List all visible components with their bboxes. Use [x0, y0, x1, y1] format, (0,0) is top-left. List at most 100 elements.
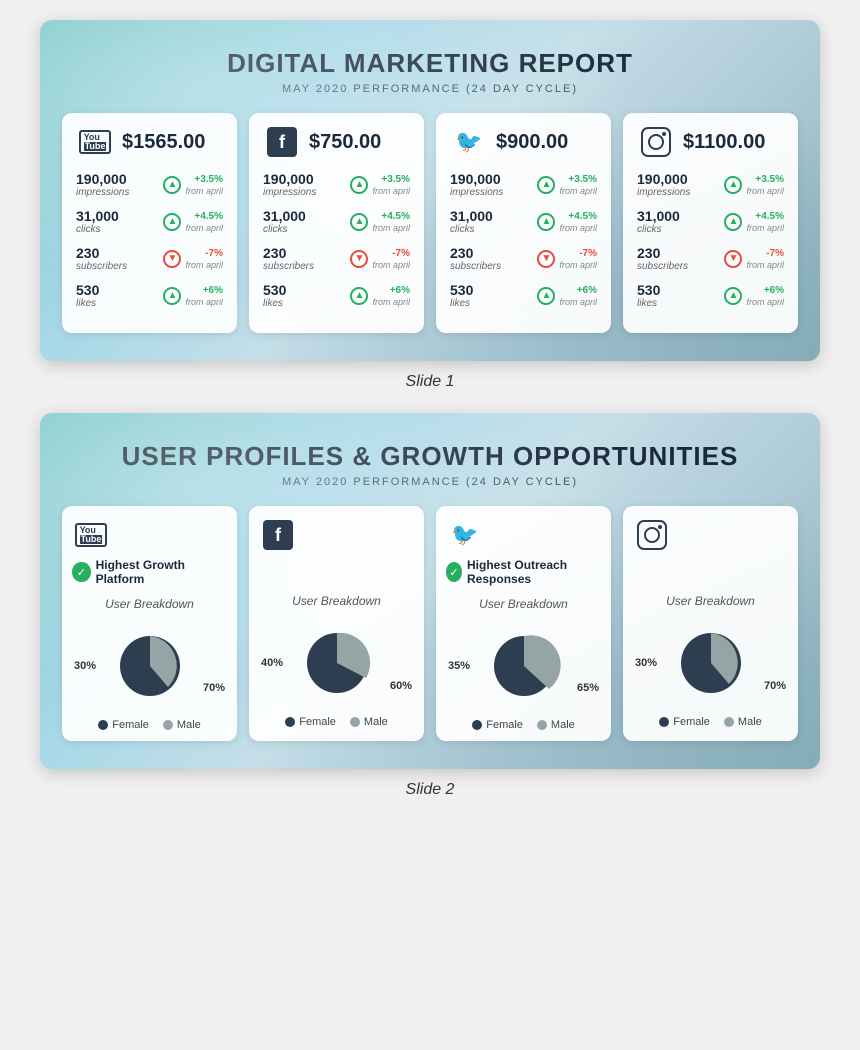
facebook-clicks-value: 31,000 — [263, 208, 306, 224]
youtube-clicks-value: 31,000 — [76, 208, 119, 224]
facebook-clicks-row: 31,000 clicks ▲ +4.5% from april — [263, 208, 410, 235]
youtube-impressions-note: from april — [185, 186, 223, 196]
facebook-subscribers-note: from april — [372, 260, 410, 270]
instagram-impressions-arrow: ▲ — [724, 176, 742, 194]
instagram-pie-label-left: 30% — [635, 657, 657, 669]
youtube-pie-label-right: 70% — [203, 682, 225, 694]
slide-2: USER PROFILES & GROWTH OPPORTUNITIES MAY… — [40, 413, 820, 769]
instagram-subscribers-pct: -7% — [766, 248, 784, 259]
facebook-subscribers-value: 230 — [263, 245, 314, 261]
facebook-impressions-note: from april — [372, 186, 410, 196]
twitter-likes-arrow: ▲ — [537, 287, 555, 305]
facebook-s2-card: f User Breakdown 40% 60% Female — [249, 506, 424, 741]
instagram-icon — [637, 127, 675, 157]
slide-1: DIGITAL MARKETING REPORT MAY 2020 PERFOR… — [40, 20, 820, 361]
facebook-s2-breakdown: User Breakdown — [259, 594, 414, 608]
twitter-female-label: Female — [486, 719, 523, 731]
youtube-icon: You Tube — [76, 127, 114, 157]
youtube-subscribers-pct: -7% — [205, 248, 223, 259]
twitter-badge-text: Highest Outreach Responses — [467, 558, 601, 587]
instagram-impressions-label: impressions — [637, 187, 690, 198]
instagram-male-label: Male — [738, 716, 762, 728]
facebook-likes-note: from april — [372, 297, 410, 307]
facebook-card: f $750.00 190,000 impressions ▲ +3.5% fr… — [249, 113, 424, 333]
youtube-badge-check-icon: ✓ — [72, 562, 91, 582]
facebook-subscribers-pct: -7% — [392, 248, 410, 259]
twitter-clicks-label: clicks — [450, 224, 493, 235]
twitter-impressions-value: 190,000 — [450, 171, 503, 187]
instagram-pie-chart — [671, 623, 751, 703]
twitter-subscribers-label: subscribers — [450, 261, 501, 272]
slide1-title: DIGITAL MARKETING REPORT — [62, 48, 798, 79]
instagram-likes-note: from april — [746, 297, 784, 307]
slide2-subtitle: MAY 2020 PERFORMANCE (24 DAY CYCLE) — [62, 476, 798, 488]
twitter-legend: Female Male — [446, 719, 601, 731]
youtube-impressions-value: 190,000 — [76, 171, 129, 187]
twitter-clicks-pct: +4.5% — [568, 211, 597, 222]
youtube-pie-container: 30% 70% — [72, 621, 227, 711]
twitter-male-dot — [537, 720, 547, 730]
facebook-impressions-pct: +3.5% — [381, 174, 410, 185]
twitter-clicks-note: from april — [559, 223, 597, 233]
youtube-likes-arrow: ▲ — [163, 287, 181, 305]
instagram-likes-pct: +6% — [764, 285, 784, 296]
youtube-card: You Tube $1565.00 190,000 impressions ▲ — [62, 113, 237, 333]
twitter-pie-container: 35% 65% — [446, 621, 601, 711]
instagram-impressions-value: 190,000 — [637, 171, 690, 187]
instagram-card-header: $1100.00 — [637, 127, 784, 157]
slide2-cards-row: You Tube ✓ Highest Growth Platform User … — [62, 506, 798, 741]
facebook-pie-container: 40% 60% — [259, 618, 414, 708]
youtube-male-label: Male — [177, 719, 201, 731]
facebook-impressions-row: 190,000 impressions ▲ +3.5% from april — [263, 171, 410, 198]
twitter-likes-pct: +6% — [577, 285, 597, 296]
twitter-card-header: 🐦 $900.00 — [450, 127, 597, 157]
facebook-female-dot — [285, 717, 295, 727]
facebook-impressions-arrow: ▲ — [350, 176, 368, 194]
slide2-label: Slide 2 — [406, 781, 455, 799]
youtube-female-dot — [98, 720, 108, 730]
facebook-male-dot — [350, 717, 360, 727]
twitter-subscribers-value: 230 — [450, 245, 501, 261]
twitter-subscribers-note: from april — [559, 260, 597, 270]
instagram-female-label: Female — [673, 716, 710, 728]
youtube-s2-breakdown: User Breakdown — [72, 597, 227, 611]
facebook-likes-arrow: ▲ — [350, 287, 368, 305]
twitter-likes-row: 530 likes ▲ +6% from april — [450, 282, 597, 309]
youtube-pie-chart — [110, 626, 190, 706]
instagram-clicks-label: clicks — [637, 224, 680, 235]
instagram-clicks-pct: +4.5% — [755, 211, 784, 222]
youtube-s2-icon: You Tube — [72, 520, 110, 550]
twitter-likes-note: from april — [559, 297, 597, 307]
instagram-clicks-row: 31,000 clicks ▲ +4.5% from april — [637, 208, 784, 235]
twitter-impressions-row: 190,000 impressions ▲ +3.5% from april — [450, 171, 597, 198]
twitter-female-dot — [472, 720, 482, 730]
facebook-likes-value: 530 — [263, 282, 286, 298]
instagram-s2-card: User Breakdown 30% 70% Female — [623, 506, 798, 741]
youtube-pie-label-left: 30% — [74, 660, 96, 672]
youtube-male-dot — [163, 720, 173, 730]
youtube-clicks-note: from april — [185, 223, 223, 233]
instagram-subscribers-row: 230 subscribers ▼ -7% from april — [637, 245, 784, 272]
twitter-likes-value: 530 — [450, 282, 473, 298]
slide2-title: USER PROFILES & GROWTH OPPORTUNITIES — [62, 441, 798, 472]
instagram-impressions-note: from april — [746, 186, 784, 196]
instagram-s2-breakdown: User Breakdown — [633, 594, 788, 608]
instagram-likes-arrow: ▲ — [724, 287, 742, 305]
twitter-subscribers-pct: -7% — [579, 248, 597, 259]
youtube-subscribers-label: subscribers — [76, 261, 127, 272]
facebook-clicks-label: clicks — [263, 224, 306, 235]
twitter-subscribers-row: 230 subscribers ▼ -7% from april — [450, 245, 597, 272]
instagram-s2-icon — [633, 520, 671, 550]
facebook-subscribers-row: 230 subscribers ▼ -7% from april — [263, 245, 410, 272]
twitter-pie-label-right: 65% — [577, 682, 599, 694]
twitter-badge: ✓ Highest Outreach Responses — [446, 558, 601, 587]
instagram-likes-value: 530 — [637, 282, 660, 298]
facebook-clicks-note: from april — [372, 223, 410, 233]
twitter-pie-label-left: 35% — [448, 660, 470, 672]
twitter-male-label: Male — [551, 719, 575, 731]
youtube-subscribers-value: 230 — [76, 245, 127, 261]
youtube-badge: ✓ Highest Growth Platform — [72, 558, 227, 587]
facebook-impressions-label: impressions — [263, 187, 316, 198]
facebook-subscribers-label: subscribers — [263, 261, 314, 272]
facebook-amount: $750.00 — [309, 131, 381, 154]
